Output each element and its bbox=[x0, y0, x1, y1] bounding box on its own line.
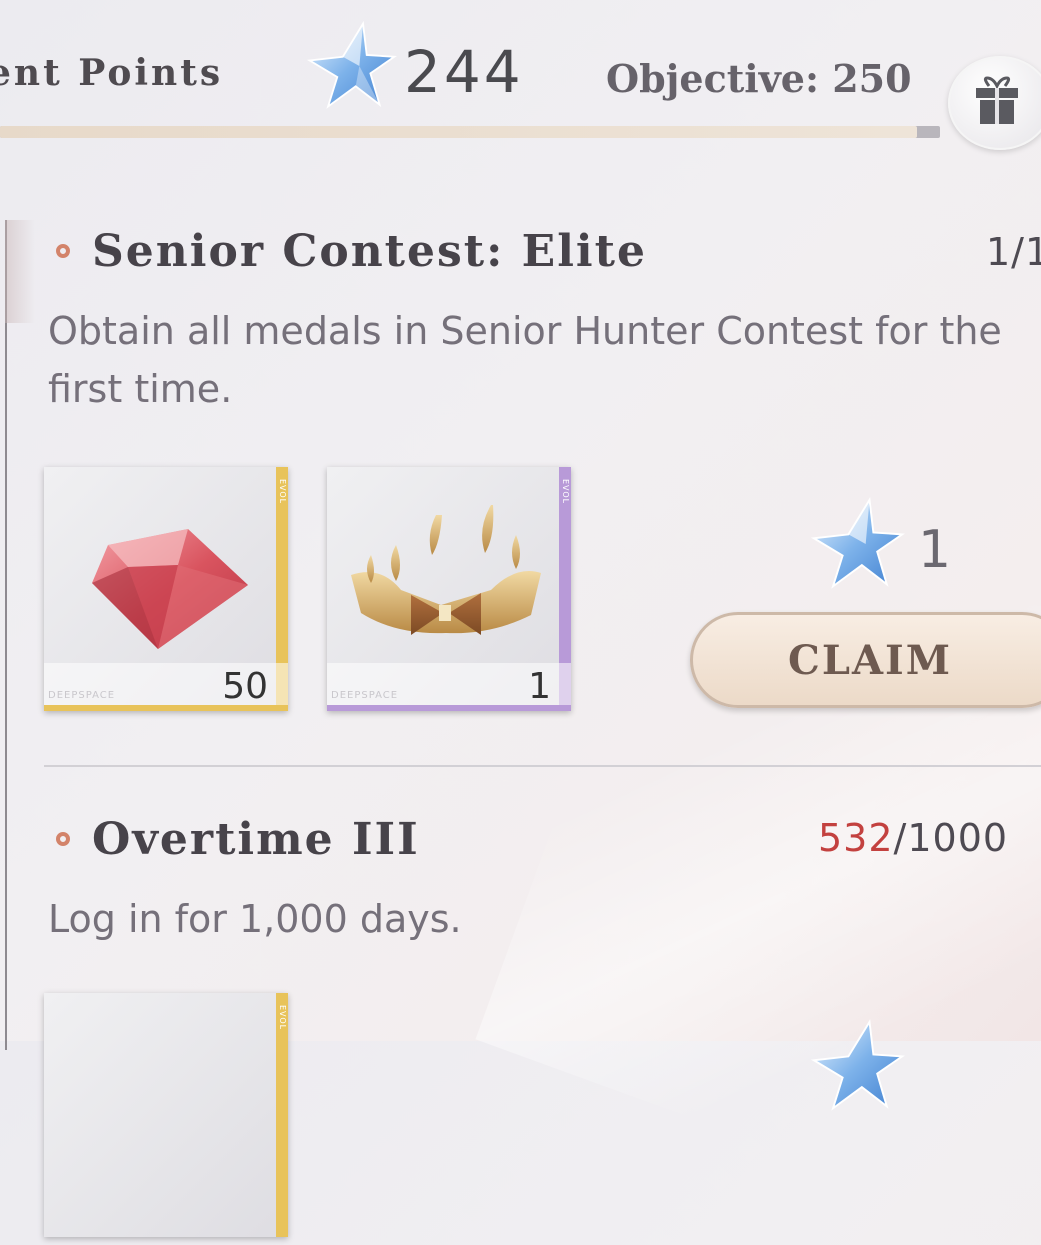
task-bullet-icon bbox=[56, 244, 70, 258]
reward-quantity: 50 bbox=[222, 666, 268, 707]
reward-item-crown[interactable]: EVOL DEEPSPACE 1 bbox=[327, 467, 571, 711]
task-title: Overtime III bbox=[92, 814, 420, 865]
task-title: Senior Contest: Elite bbox=[92, 226, 647, 277]
objective-label: Objective: 250 bbox=[606, 56, 912, 101]
gift-icon bbox=[976, 76, 1018, 124]
task-progress-total: /1000 bbox=[893, 816, 1009, 860]
task-progress-count: 1/1 bbox=[986, 230, 1041, 274]
points-progress-fill bbox=[0, 126, 918, 138]
rarity-bar bbox=[44, 705, 288, 711]
reward-item-diamond[interactable]: EVOL DEEPSPACE 50 bbox=[44, 467, 288, 711]
task-description: Obtain all medals in Senior Hunter Conte… bbox=[48, 309, 1002, 411]
rarity-tag: EVOL bbox=[276, 993, 288, 1043]
star-icon bbox=[810, 496, 905, 589]
star-icon bbox=[810, 1018, 905, 1111]
left-rail bbox=[5, 220, 7, 1050]
header-title: ent Points bbox=[0, 52, 224, 94]
task-point-reward: 1 bbox=[918, 520, 952, 580]
reward-quantity: 1 bbox=[528, 666, 551, 707]
brand-label: DEEPSPACE bbox=[331, 690, 399, 701]
task-divider bbox=[44, 765, 1041, 767]
rail-active-marker bbox=[5, 220, 35, 323]
rarity-tag: EVOL bbox=[559, 467, 571, 517]
task-bullet-icon bbox=[56, 832, 70, 846]
task-progress-current: 532 bbox=[818, 816, 894, 860]
gift-reward-button[interactable] bbox=[948, 56, 1041, 150]
task-description: Log in for 1,000 days. bbox=[48, 897, 462, 941]
red-diamond-icon bbox=[92, 529, 248, 649]
points-progress-bar bbox=[0, 126, 940, 138]
rarity-tag: EVOL bbox=[276, 467, 288, 517]
claim-button[interactable]: CLAIM bbox=[690, 612, 1041, 708]
gold-crown-icon bbox=[351, 505, 541, 635]
claim-button-label: CLAIM bbox=[788, 636, 952, 684]
achievement-points-value: 244 bbox=[404, 38, 524, 106]
rarity-bar bbox=[327, 705, 571, 711]
reward-item[interactable]: EVOL bbox=[44, 993, 288, 1237]
star-icon bbox=[306, 20, 398, 109]
task-progress-count: 532/1000 bbox=[818, 816, 1008, 860]
brand-label: DEEPSPACE bbox=[48, 690, 116, 701]
